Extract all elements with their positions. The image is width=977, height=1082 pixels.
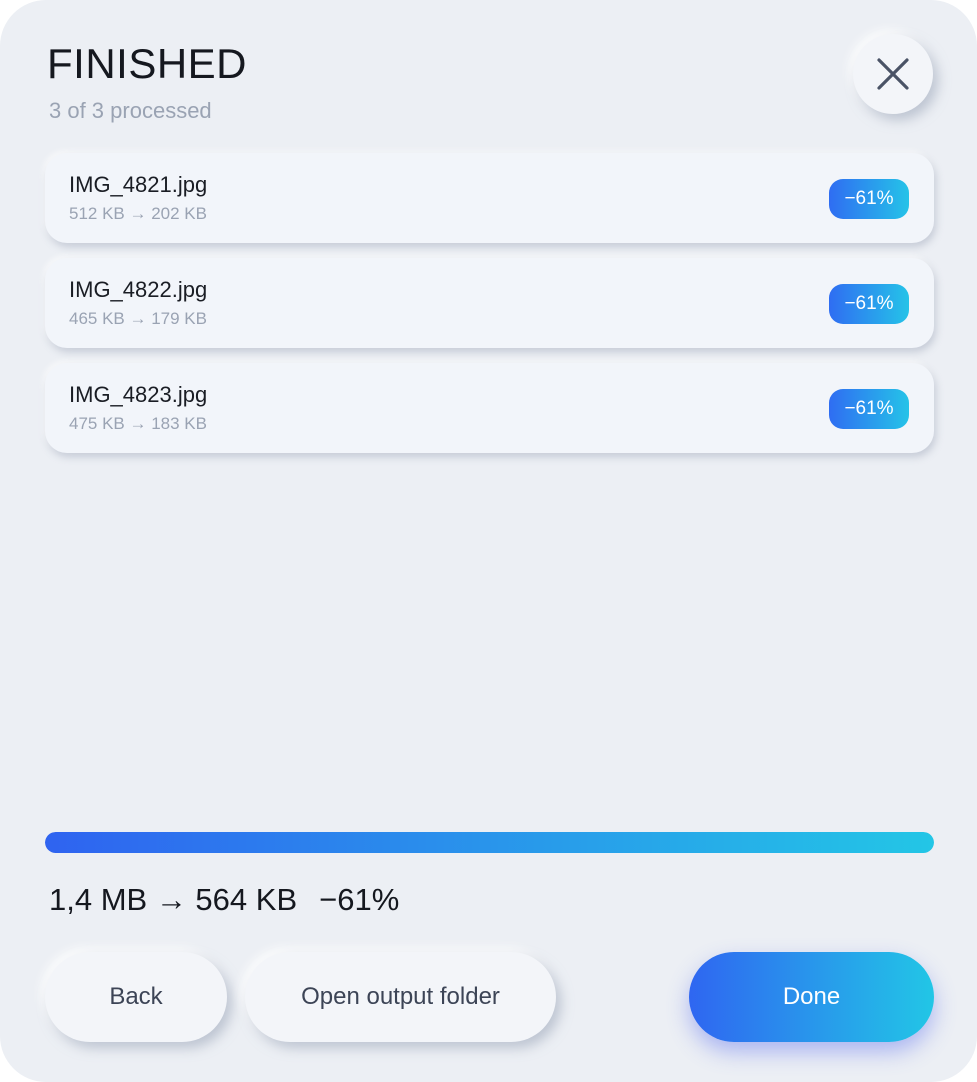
progress-bar bbox=[45, 832, 934, 853]
page-title: FINISHED bbox=[47, 40, 248, 87]
total-sizes: 1,4 MB → 564 KB bbox=[49, 882, 298, 917]
open-output-folder-button[interactable]: Open output folder bbox=[245, 952, 556, 1042]
file-name: IMG_4821.jpg bbox=[69, 172, 208, 197]
total-summary: 1,4 MB → 564 KB −61% bbox=[49, 880, 399, 920]
file-sizes: 475 KB → 183 KB bbox=[69, 414, 207, 433]
close-button[interactable] bbox=[853, 34, 933, 114]
reduction-badge: −61% bbox=[829, 284, 909, 324]
file-name: IMG_4823.jpg bbox=[69, 382, 208, 407]
file-row: IMG_4823.jpg 475 KB → 183 KB −61% bbox=[45, 363, 934, 453]
reduction-badge: −61% bbox=[829, 389, 909, 429]
result-dialog: FINISHED 3 of 3 processed IMG_4821.jpg 5… bbox=[0, 0, 977, 1082]
file-sizes: 465 KB → 179 KB bbox=[69, 309, 207, 328]
file-name: IMG_4822.jpg bbox=[69, 277, 208, 302]
file-sizes: 512 KB → 202 KB bbox=[69, 204, 207, 223]
progress-bar-fill bbox=[45, 832, 934, 853]
close-icon bbox=[877, 58, 909, 90]
file-row: IMG_4821.jpg 512 KB → 202 KB −61% bbox=[45, 153, 934, 243]
back-button[interactable]: Back bbox=[45, 952, 227, 1042]
file-list: IMG_4821.jpg 512 KB → 202 KB −61% IMG_48… bbox=[45, 153, 934, 468]
processed-count: 3 of 3 processed bbox=[49, 98, 212, 123]
total-reduction: −61% bbox=[319, 882, 400, 917]
reduction-badge: −61% bbox=[829, 179, 909, 219]
file-row: IMG_4822.jpg 465 KB → 179 KB −61% bbox=[45, 258, 934, 348]
done-button[interactable]: Done bbox=[689, 952, 934, 1042]
